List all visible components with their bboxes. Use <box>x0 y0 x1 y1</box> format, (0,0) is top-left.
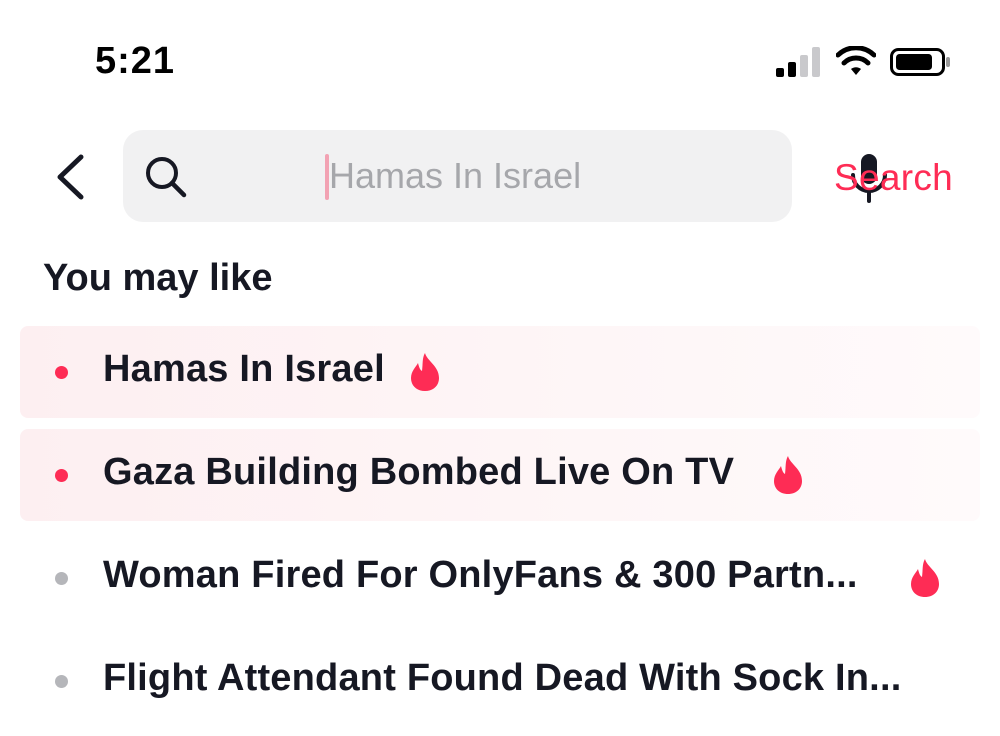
suggestion-item[interactable]: Woman Fired For OnlyFans & 300 Partn... <box>20 532 980 624</box>
status-time: 5:21 <box>95 40 176 82</box>
search-bar-row: Search <box>0 130 1000 224</box>
flame-icon <box>911 559 939 597</box>
suggestion-item[interactable]: Gaza Building Bombed Live On TV <box>20 429 980 521</box>
suggestion-item[interactable]: Flight Attendant Found Dead With Sock In… <box>20 635 980 727</box>
section-title: You may like <box>43 257 273 299</box>
search-icon <box>146 157 187 198</box>
battery-icon <box>890 48 950 76</box>
flame-icon <box>411 353 439 391</box>
search-box[interactable] <box>123 130 887 222</box>
suggestion-text: Woman Fired For OnlyFans & 300 Partn... <box>103 554 858 596</box>
chevron-left-icon[interactable] <box>48 152 94 202</box>
suggestion-text: Hamas In Israel <box>103 348 385 390</box>
bullet-dot <box>55 366 68 379</box>
bullet-dot <box>55 469 68 482</box>
suggestion-item[interactable]: Hamas In Israel <box>20 326 980 418</box>
status-icons <box>776 46 952 78</box>
bullet-dot <box>55 675 68 688</box>
status-bar: 5:21 <box>0 0 1000 120</box>
suggestion-text: Gaza Building Bombed Live On TV <box>103 451 735 493</box>
flame-icon <box>774 456 802 494</box>
suggestion-text: Flight Attendant Found Dead With Sock In… <box>103 657 902 699</box>
signal-icon <box>776 47 820 77</box>
bullet-dot <box>55 572 68 585</box>
search-button[interactable]: Search <box>834 157 953 199</box>
wifi-icon <box>836 46 876 75</box>
search-input[interactable] <box>329 130 829 222</box>
